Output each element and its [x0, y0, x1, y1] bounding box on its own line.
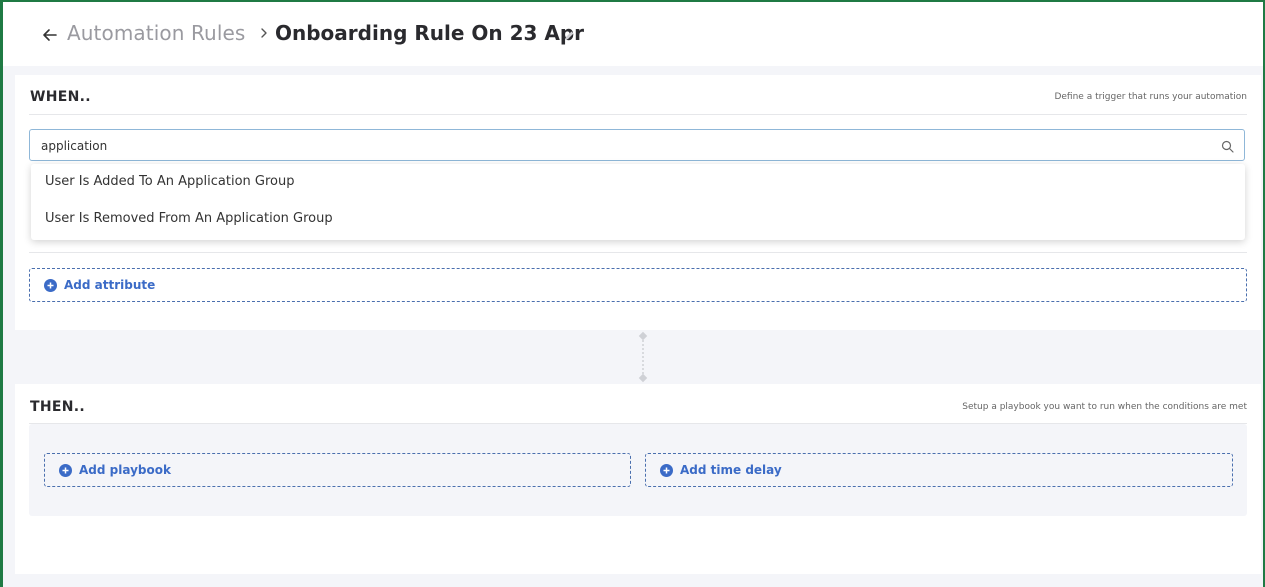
- breadcrumb-parent[interactable]: Automation Rules: [67, 21, 245, 45]
- frame-border-left: [0, 0, 3, 587]
- trigger-search-value: application: [41, 139, 108, 153]
- add-attribute-label: Add attribute: [64, 278, 156, 292]
- then-title: THEN..: [30, 399, 85, 415]
- add-playbook-button[interactable]: Add playbook: [44, 453, 631, 487]
- dropdown-option[interactable]: User Is Added To An Application Group: [45, 174, 294, 189]
- page-header: Automation Rules Onboarding Rule On 23 A…: [3, 2, 1263, 66]
- trigger-search-input[interactable]: application: [29, 129, 1245, 161]
- arrow-left-icon[interactable]: [41, 26, 59, 44]
- when-divider: [29, 114, 1247, 115]
- add-time-delay-button[interactable]: Add time delay: [645, 453, 1233, 487]
- then-section: THEN.. Setup a playbook you want to run …: [15, 384, 1261, 574]
- plus-circle-icon: [660, 463, 673, 477]
- chevron-right-icon: [261, 28, 267, 38]
- then-actions-panel: Add playbook Add time delay: [29, 424, 1247, 516]
- add-attribute-button[interactable]: Add attribute: [29, 268, 1247, 302]
- connector-icon: [638, 331, 648, 383]
- search-icon[interactable]: [1221, 140, 1234, 153]
- page-title: Onboarding Rule On 23 Apr: [275, 21, 585, 45]
- plus-circle-icon: [59, 463, 72, 477]
- pencil-icon[interactable]: [563, 30, 575, 42]
- dropdown-option[interactable]: User Is Removed From An Application Grou…: [45, 211, 333, 226]
- add-playbook-label: Add playbook: [79, 463, 171, 477]
- attribute-divider: [29, 252, 1247, 253]
- when-title: WHEN..: [30, 89, 91, 105]
- plus-circle-icon: [44, 278, 57, 292]
- add-time-delay-label: Add time delay: [680, 463, 782, 477]
- trigger-dropdown: User Is Added To An Application Group Us…: [31, 164, 1245, 240]
- when-hint: Define a trigger that runs your automati…: [1054, 92, 1247, 102]
- then-hint: Setup a playbook you want to run when th…: [962, 402, 1247, 412]
